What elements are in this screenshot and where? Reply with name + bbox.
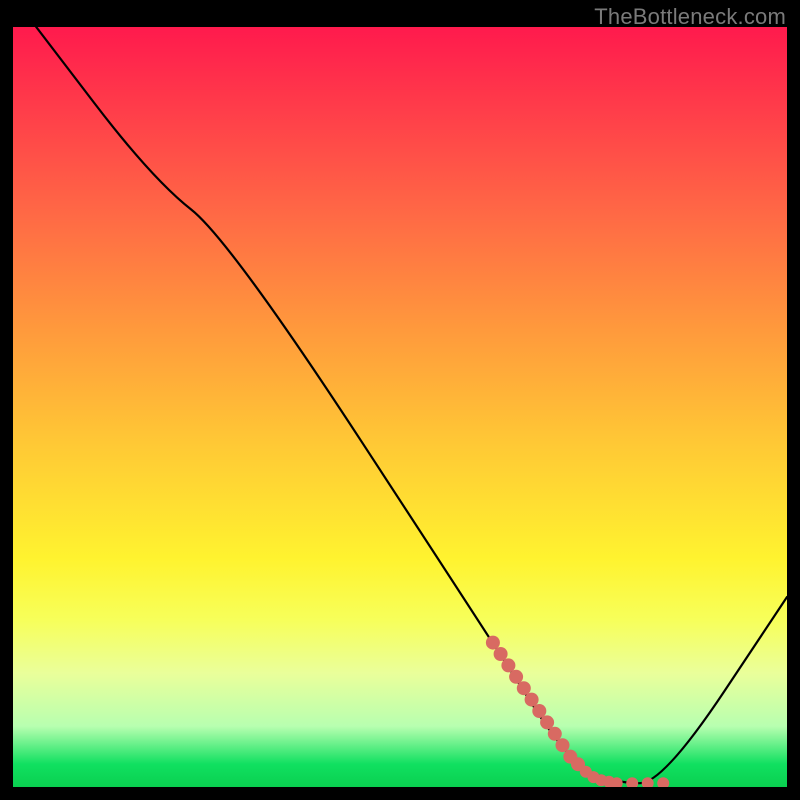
marker-dot: [540, 715, 554, 729]
curve-line: [36, 27, 787, 783]
marker-dot: [501, 658, 515, 672]
chart-frame: [13, 27, 787, 787]
chart-svg: [13, 27, 787, 787]
marker-dot: [494, 647, 508, 661]
marker-dot: [486, 636, 500, 650]
marker-group: [486, 636, 669, 787]
marker-dot: [517, 681, 531, 695]
marker-dot: [556, 738, 570, 752]
marker-dot: [657, 777, 669, 787]
marker-dot: [509, 670, 523, 684]
marker-dot: [626, 777, 638, 787]
marker-dot: [532, 704, 546, 718]
marker-dot: [548, 727, 562, 741]
marker-dot: [525, 693, 539, 707]
